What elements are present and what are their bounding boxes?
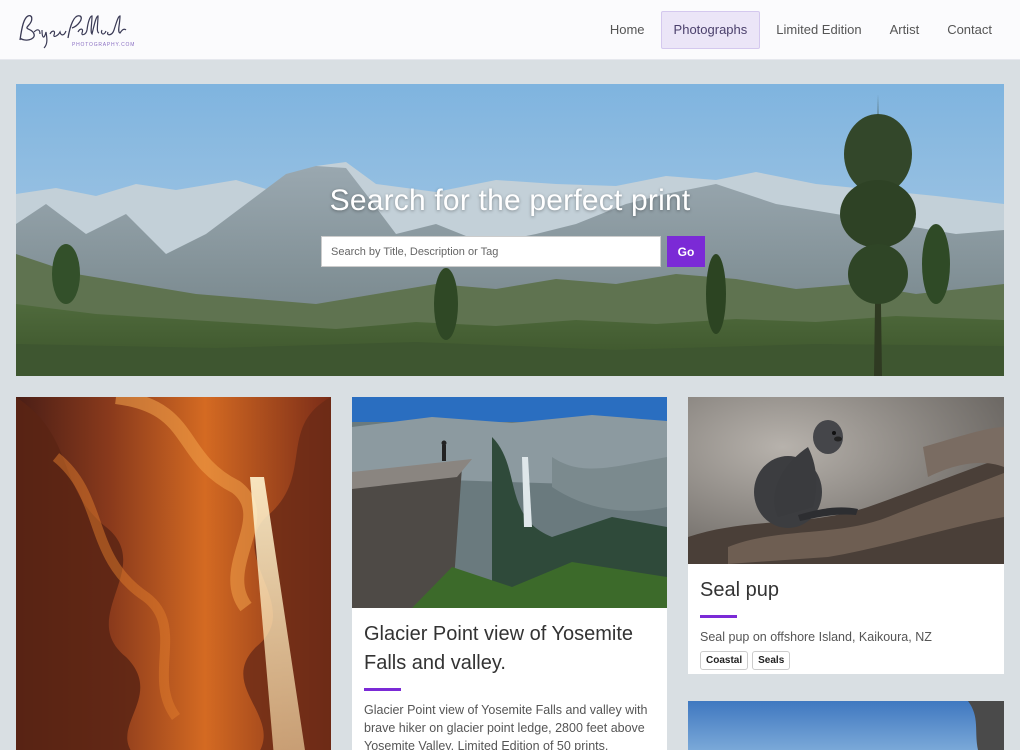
glacier-point-photo[interactable] (352, 397, 667, 608)
hero-title: Search for the perfect print (329, 184, 691, 217)
tag-coastal[interactable]: Coastal (700, 651, 749, 670)
card-title[interactable]: Seal pup (700, 576, 992, 605)
nav-contact[interactable]: Contact (935, 11, 1004, 49)
go-button[interactable]: Go (667, 236, 705, 267)
card-description: Seal pup on offshore Island, Kaikoura, N… (700, 630, 932, 644)
card-body: Glacier Point view of Yosemite Falls and… (352, 620, 667, 750)
site-logo[interactable]: PHOTOGRAPHY.COM (14, 8, 134, 52)
sky-cliff-image (688, 701, 1004, 750)
photo-card[interactable] (688, 701, 1004, 750)
nav-photographs[interactable]: Photographs (660, 11, 761, 49)
yosemite-landscape-image (16, 84, 1004, 376)
main-nav: Home Photographs Limited Edition Artist … (594, 11, 1004, 49)
seal-pup-image (688, 397, 1004, 564)
logo-subtitle: PHOTOGRAPHY.COM (72, 42, 134, 48)
card-title[interactable]: Glacier Point view of Yosemite Falls and… (364, 620, 655, 678)
card-body: Seal pup Seal pup on offshore Island, Ka… (688, 576, 1004, 670)
sky-cliff-photo[interactable] (688, 701, 1004, 750)
photo-card[interactable]: Seal pup Seal pup on offshore Island, Ka… (688, 397, 1004, 674)
signature-logo-icon: PHOTOGRAPHY.COM (19, 14, 134, 49)
card-description: Glacier Point view of Yosemite Falls and… (364, 703, 648, 750)
seal-pup-photo[interactable] (688, 397, 1004, 564)
tag-seals[interactable]: Seals (752, 651, 791, 670)
nav-home[interactable]: Home (598, 11, 657, 49)
hero-banner: Search for the perfect print Go (16, 84, 1004, 376)
title-divider (364, 688, 401, 691)
photo-card[interactable]: Glacier Point view of Yosemite Falls and… (352, 397, 667, 750)
nav-limited-edition[interactable]: Limited Edition (764, 11, 873, 49)
title-divider (700, 615, 737, 618)
nav-artist[interactable]: Artist (878, 11, 932, 49)
search-input[interactable] (321, 236, 661, 267)
antelope-canyon-photo[interactable] (16, 397, 331, 750)
canyon-image (16, 397, 331, 750)
glacier-point-image (352, 397, 667, 608)
site-header: PHOTOGRAPHY.COM Home Photographs Limited… (0, 0, 1020, 60)
photo-card[interactable] (16, 397, 331, 750)
tag-list: Coastal Seals (700, 651, 992, 670)
